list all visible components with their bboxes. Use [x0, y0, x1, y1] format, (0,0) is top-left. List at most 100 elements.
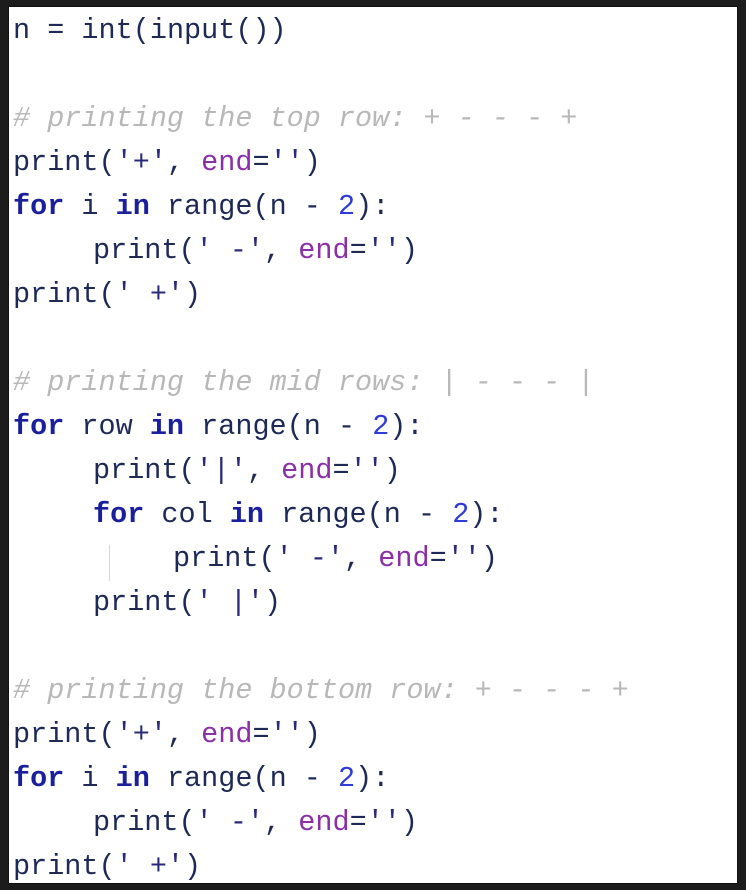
code-token-plain: , — [166, 718, 202, 751]
code-line: # printing the mid rows: | - - - | — [13, 361, 629, 405]
code-token-plain: ) — [303, 718, 321, 751]
code-token-plain: ) — [303, 146, 321, 179]
code-token-plain: = — [349, 234, 367, 267]
code-token-kw: in — [115, 762, 150, 795]
code-line: print(' -', end='') — [13, 229, 629, 273]
code-token-plain: i — [64, 190, 116, 223]
code-token-plain: , — [264, 806, 299, 839]
code-token-plain: (input()) — [132, 14, 287, 47]
code-token-kwarg: end — [298, 806, 350, 839]
code-token-plain: = — [252, 146, 270, 179]
code-token-plain: ): — [469, 498, 504, 531]
code-line: for col in range(n - 2): — [13, 493, 629, 537]
code-token-plain: , — [166, 146, 202, 179]
code-token-str: ' |' — [195, 586, 265, 619]
code-token-str: ' -' — [275, 542, 345, 575]
code-token-plain: ) — [480, 542, 499, 575]
code-token-plain: print( — [13, 146, 116, 179]
code-token-plain: , — [344, 542, 379, 575]
code-token-kw: for — [13, 190, 65, 223]
code-token-plain: ): — [355, 190, 390, 223]
code-token-str: '' — [349, 454, 384, 487]
code-token-plain: ): — [389, 410, 424, 443]
code-line: ​ — [13, 625, 629, 669]
code-token-cmt: # printing the mid rows: | - - - | — [13, 366, 595, 399]
code-token-plain: n = — [13, 14, 82, 47]
code-line: ​ — [13, 53, 629, 97]
code-token-plain: = — [252, 718, 270, 751]
code-line: print('+', end='') — [13, 141, 629, 185]
code-token-plain: print( — [93, 806, 196, 839]
code-line: # printing the top row: + - - - + — [13, 97, 629, 141]
code-token-kwarg: end — [281, 454, 333, 487]
code-line: print(' +') — [13, 273, 629, 317]
code-token-plain: ) — [400, 806, 419, 839]
code-token-plain: print( — [93, 586, 196, 619]
code-token-plain: print( — [173, 542, 276, 575]
code-token-str: '' — [269, 146, 304, 179]
code-token-plain: range(n - — [184, 410, 373, 443]
code-token-plain: ) — [383, 454, 401, 487]
code-token-plain: int — [81, 14, 133, 47]
code-token-kw: for — [93, 498, 145, 531]
code-token-plain: print( — [93, 454, 196, 487]
code-token-plain: = — [332, 454, 350, 487]
code-token-str: ' +' — [115, 278, 185, 311]
code-token-str: '' — [366, 806, 401, 839]
code-token-plain: ) — [184, 850, 202, 883]
code-token-plain: ) — [400, 234, 419, 267]
indent-guide — [109, 545, 110, 581]
code-token-str: ' -' — [195, 806, 265, 839]
code-token-plain: , — [246, 454, 282, 487]
code-token-plain: range(n - — [149, 762, 338, 795]
code-line: print(' -', end='') — [13, 537, 629, 581]
code-line: print('+', end='') — [13, 713, 629, 757]
code-token-num: 2 — [337, 762, 356, 795]
code-token-plain: i — [64, 762, 116, 795]
code-line: ​ — [13, 317, 629, 361]
code-token-str: '' — [366, 234, 401, 267]
code-token-cmt: # printing the top row: + - - - + — [13, 102, 578, 135]
code-token-kwarg: end — [201, 146, 253, 179]
code-token-plain: , — [264, 234, 299, 267]
code-line: for row in range(n - 2): — [13, 405, 629, 449]
code-line: for i in range(n - 2): — [13, 185, 629, 229]
code-token-plain: = — [349, 806, 367, 839]
code-token-plain: col — [144, 498, 230, 531]
code-token-kw: in — [229, 498, 265, 531]
code-line: print(' -', end='') — [13, 801, 629, 845]
code-token-str: ' +' — [115, 850, 185, 883]
code-line: print(' +') — [13, 845, 629, 883]
code-token-kwarg: end — [378, 542, 430, 575]
code-token-plain: = — [429, 542, 447, 575]
code-token-kwarg: end — [201, 718, 253, 751]
code-token-plain: print( — [93, 234, 196, 267]
code-token-plain: print( — [13, 850, 116, 883]
code-token-plain: range(n - — [264, 498, 453, 531]
code-token-str: ' -' — [195, 234, 265, 267]
code-line: # printing the bottom row: + - - - + — [13, 669, 629, 713]
code-token-str: '' — [446, 542, 481, 575]
code-token-cmt: # printing the bottom row: + - - - + — [13, 674, 629, 707]
code-block: n = int(input())​# printing the top row:… — [13, 9, 629, 883]
code-token-num: 2 — [337, 190, 356, 223]
code-token-num: 2 — [372, 410, 390, 443]
code-token-str: '|' — [195, 454, 247, 487]
code-token-plain: range(n - — [149, 190, 338, 223]
code-line: print(' |') — [13, 581, 629, 625]
code-token-str: '+' — [115, 718, 167, 751]
code-token-str: '+' — [115, 146, 167, 179]
code-token-kwarg: end — [298, 234, 350, 267]
code-token-kw: in — [149, 410, 185, 443]
code-token-kw: for — [13, 762, 65, 795]
code-line: for i in range(n - 2): — [13, 757, 629, 801]
code-token-plain: print( — [13, 278, 116, 311]
code-token-plain: ) — [264, 586, 282, 619]
code-line: n = int(input()) — [13, 9, 629, 53]
code-token-plain: ) — [184, 278, 202, 311]
code-token-plain: print( — [13, 718, 116, 751]
code-token-num: 2 — [452, 498, 470, 531]
code-token-plain: ): — [355, 762, 390, 795]
code-token-kw: for — [13, 410, 65, 443]
code-line: print('|', end='') — [13, 449, 629, 493]
